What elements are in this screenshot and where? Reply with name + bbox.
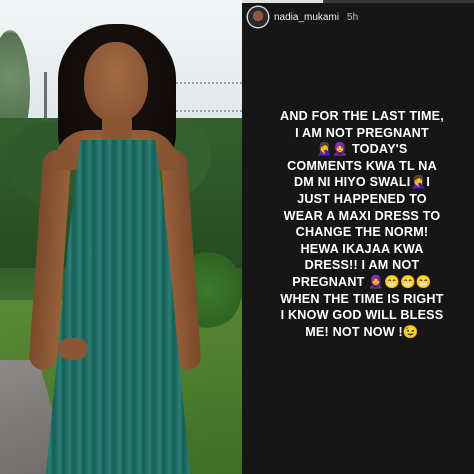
face — [84, 42, 148, 122]
story-header: nadia_mukami 5h — [242, 0, 474, 34]
profile-avatar-icon[interactable] — [248, 7, 268, 27]
caption-line: I KNOW GOD WILL BLESS — [280, 308, 444, 323]
caption-line: AND FOR THE LAST TIME, — [280, 109, 444, 123]
caption-line: DM NI HIYO SWALI🤦‍♀️I — [293, 175, 431, 190]
caption-line: PREGNANT 🧕😁😁😁 — [292, 274, 432, 289]
caption-line: CHANGE THE NORM! — [295, 225, 429, 240]
username[interactable]: nadia_mukami — [274, 12, 339, 23]
caption-line: JUST HAPPENED TO — [297, 191, 427, 206]
post-time: 5h — [347, 11, 359, 23]
caption-line: DRESS!! I AM NOT — [304, 258, 420, 273]
story-screenshot: nadia_mukami 5h AND FOR THE LAST TIME, I… — [0, 0, 474, 474]
story-caption: AND FOR THE LAST TIME, I AM NOT PREGNANT… — [252, 108, 472, 340]
caption-line: WEAR A MAXI DRESS TO — [283, 208, 441, 223]
caption-line: WHEN THE TIME IS RIGHT — [280, 291, 444, 306]
hand — [58, 338, 88, 360]
story-photo — [0, 0, 242, 474]
caption-line: ME! NOT NOW !😉 — [305, 324, 419, 339]
caption-line: COMMENTS KWA TL NA — [287, 158, 437, 173]
story-panel: nadia_mukami 5h AND FOR THE LAST TIME, I… — [242, 0, 474, 474]
caption-line: HEWA IKAJAA KWA — [300, 241, 424, 256]
caption-line: I AM NOT PREGNANT — [295, 125, 429, 140]
caption-line: 🤦‍♀️🧕 TODAY'S — [316, 142, 408, 157]
